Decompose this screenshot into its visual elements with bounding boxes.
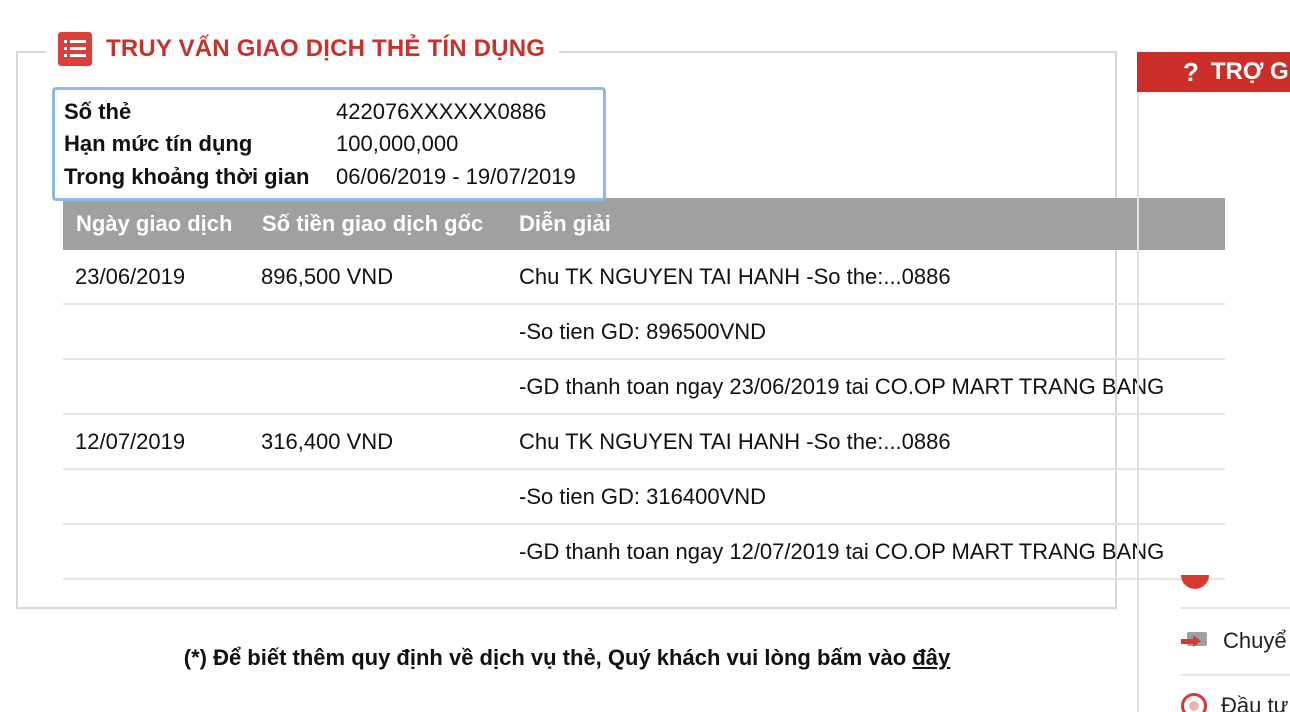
help-sidebar: ? TRỢ G Chuyể Đầu tư xyxy=(1137,52,1290,712)
sidebar-item-label: Đầu tư xyxy=(1221,693,1289,712)
page: TRUY VẤN GIAO DỊCH THẺ TÍN DỤNG Số thẻ 4… xyxy=(0,0,1290,712)
column-header-date: Ngày giao dịch xyxy=(76,211,233,236)
transfer-icon xyxy=(1181,631,1209,651)
menu-item-icon xyxy=(1181,575,1209,589)
menu-separator xyxy=(1181,674,1290,676)
help-icon: ? xyxy=(1183,56,1199,87)
sidebar-item-label: Chuyể xyxy=(1223,628,1287,653)
help-header-label: TRỢ G xyxy=(1210,58,1289,85)
footer-link[interactable]: đây xyxy=(912,645,950,670)
column-header-amount: Số tiền giao dịch gốc xyxy=(262,211,484,236)
help-header[interactable]: ? TRỢ G xyxy=(1137,52,1290,92)
cell-description: -So tien GD: 896500VND xyxy=(519,318,767,344)
menu-separator xyxy=(1181,607,1290,609)
section-header: TRUY VẤN GIAO DỊCH THẺ TÍN DỤNG xyxy=(46,28,560,70)
cell-amount: 316,400 VND xyxy=(261,428,394,454)
period-value: 06/06/2019 - 19/07/2019 xyxy=(336,164,576,189)
sidebar-divider xyxy=(1137,92,1139,712)
card-number-label: Số thẻ xyxy=(64,99,132,124)
sidebar-item-invest[interactable]: Đầu tư xyxy=(1181,690,1290,712)
column-header-description: Diễn giải xyxy=(519,211,611,236)
invest-icon xyxy=(1181,693,1207,712)
table-row: -So tien GD: 896500VND xyxy=(63,305,1225,360)
card-number-row: Số thẻ 422076XXXXXX0886 xyxy=(64,96,546,128)
table-row: -So tien GD: 316400VND xyxy=(63,470,1225,525)
list-icon xyxy=(58,32,92,66)
cell-description: Chu TK NGUYEN TAI HANH -So the:...0886 xyxy=(519,263,951,289)
table-header: Ngày giao dịch Số tiền giao dịch gốc Diễ… xyxy=(63,198,1225,250)
cell-date: 12/07/2019 xyxy=(75,428,186,454)
card-info-box: Số thẻ 422076XXXXXX0886 Hạn mức tín dụng… xyxy=(52,87,606,201)
credit-limit-value: 100,000,000 xyxy=(336,131,459,156)
credit-limit-label: Hạn mức tín dụng xyxy=(64,131,253,156)
cell-date: 23/06/2019 xyxy=(75,263,186,289)
cell-description: -GD thanh toan ngay 23/06/2019 tai CO.OP… xyxy=(519,373,1165,399)
cell-description: -GD thanh toan ngay 12/07/2019 tai CO.OP… xyxy=(519,538,1165,564)
sidebar-item-transfer[interactable]: Chuyể xyxy=(1181,625,1290,657)
transaction-table: Ngày giao dịch Số tiền giao dịch gốc Diễ… xyxy=(63,198,1225,580)
table-row: -GD thanh toan ngay 23/06/2019 tai CO.OP… xyxy=(63,360,1225,415)
footer-note: (*) Để biết thêm quy định về dịch vụ thẻ… xyxy=(0,645,1134,671)
credit-limit-row: Hạn mức tín dụng 100,000,000 xyxy=(64,128,458,160)
table-row: 23/06/2019 896,500 VND Chu TK NGUYEN TAI… xyxy=(63,250,1225,305)
cell-amount: 896,500 VND xyxy=(261,263,394,289)
table-row: 12/07/2019 316,400 VND Chu TK NGUYEN TAI… xyxy=(63,415,1225,470)
period-row: Trong khoảng thời gian 06/06/2019 - 19/0… xyxy=(64,161,576,193)
footer-note-text: (*) Để biết thêm quy định về dịch vụ thẻ… xyxy=(183,645,913,670)
table-row: -GD thanh toan ngay 12/07/2019 tai CO.OP… xyxy=(63,525,1225,580)
period-label: Trong khoảng thời gian xyxy=(64,164,310,189)
cell-description: Chu TK NGUYEN TAI HANH -So the:...0886 xyxy=(519,428,951,454)
card-number-value: 422076XXXXXX0886 xyxy=(336,99,547,124)
section-title: TRUY VẤN GIAO DỊCH THẺ TÍN DỤNG xyxy=(106,35,546,62)
cell-description: -So tien GD: 316400VND xyxy=(519,483,767,509)
